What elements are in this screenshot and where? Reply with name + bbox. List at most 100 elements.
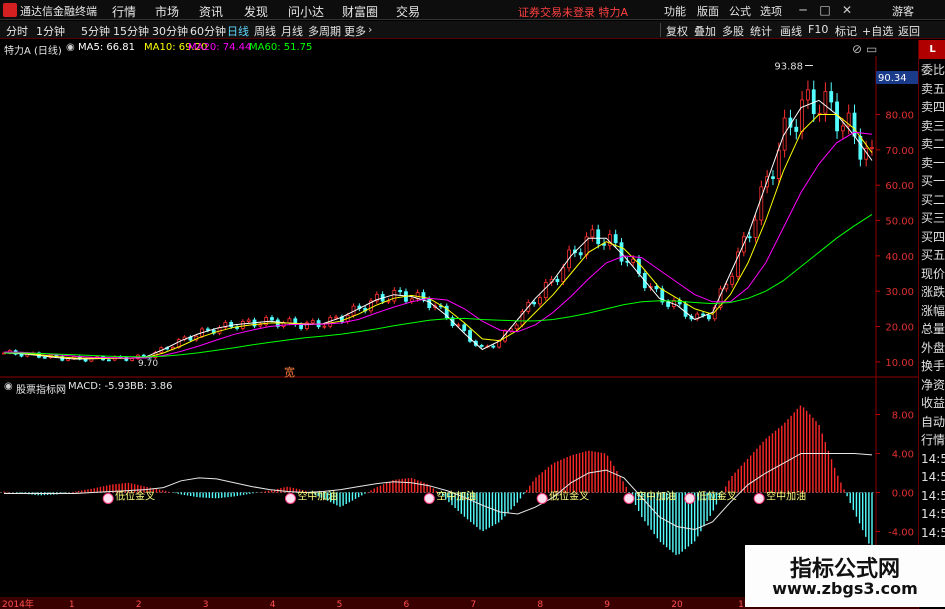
back-button[interactable]: 返回: [898, 23, 920, 39]
signal-label[interactable]: 低位金叉: [549, 490, 589, 503]
sidebar-item[interactable]: 卖一: [921, 155, 945, 171]
menu-right-formula[interactable]: 公式: [729, 3, 751, 19]
sidebar-item[interactable]: 委比: [921, 62, 945, 78]
event-marker[interactable]: 宽: [284, 365, 295, 379]
tab-15min[interactable]: 15分钟: [113, 23, 149, 39]
menu-item-discover[interactable]: 发现: [244, 3, 268, 20]
candle-body: [870, 146, 874, 149]
sidebar-item[interactable]: 卖二: [921, 136, 945, 152]
sidebar-lock-badge[interactable]: L: [919, 40, 945, 59]
candle-body: [270, 317, 274, 321]
trade-login-alert[interactable]: 证券交易未登录 特力A: [518, 4, 628, 20]
guest-label[interactable]: 游客: [892, 3, 914, 19]
restore-rights-button[interactable]: 复权: [666, 23, 688, 39]
tab-more[interactable]: 更多: [344, 23, 366, 39]
sidebar-item[interactable]: 换手: [921, 358, 945, 374]
tab-30min[interactable]: 30分钟: [152, 23, 188, 39]
signal-marker-icon[interactable]: [684, 493, 696, 504]
price-tick-label: 50.00: [885, 217, 914, 228]
sidebar-item[interactable]: 卖五: [921, 81, 945, 97]
sidebar-item[interactable]: 净资: [921, 377, 945, 393]
menu-item-news[interactable]: 资讯: [199, 3, 223, 20]
candle-body: [205, 328, 210, 331]
chart-area[interactable]: 10.0020.0030.0040.0050.0060.0070.0080.00…: [0, 40, 918, 609]
sidebar-item[interactable]: 自动: [921, 414, 945, 430]
sidebar-item[interactable]: 涨幅: [921, 303, 945, 319]
sidebar-item[interactable]: 买一: [921, 173, 945, 189]
sidebar-item[interactable]: 卖三: [921, 118, 945, 134]
sidebar-item[interactable]: 卖四: [921, 99, 945, 115]
signal-marker-icon[interactable]: [284, 493, 296, 504]
sidebar-item[interactable]: 14:50: [921, 506, 945, 522]
sidebar-item[interactable]: 总量: [921, 321, 945, 337]
sidebar-item[interactable]: 14:50: [921, 525, 945, 541]
signal-label[interactable]: 空中加油: [436, 490, 476, 503]
signal-label[interactable]: 低位金叉: [115, 490, 155, 503]
price-tick-label: 80.00: [885, 111, 914, 122]
signal-marker-icon[interactable]: [102, 493, 114, 504]
multi-stock-button[interactable]: 多股: [722, 23, 744, 39]
date-axis-label: 20: [671, 600, 683, 609]
date-axis-label: 3: [203, 600, 209, 609]
sidebar-item[interactable]: 买四: [921, 229, 945, 245]
f10-button[interactable]: F10: [808, 23, 828, 36]
minimize-icon[interactable]: ─: [794, 2, 812, 18]
price-tick-label: 40.00: [885, 252, 914, 263]
sidebar-item[interactable]: 14:50: [921, 488, 945, 504]
tab-weekly[interactable]: 周线: [254, 23, 276, 39]
signal-marker-icon[interactable]: [623, 493, 635, 504]
chevron-right-icon[interactable]: ›: [368, 23, 372, 36]
add-watchlist-button[interactable]: +自选: [862, 23, 893, 39]
candle-body: [823, 91, 828, 114]
menu-item-wealth[interactable]: 财富圈: [342, 3, 378, 20]
tab-timeshare[interactable]: 分时: [6, 23, 28, 39]
signal-marker-icon[interactable]: [536, 493, 548, 504]
sidebar-item[interactable]: 14:50: [921, 469, 945, 485]
candle-body: [543, 281, 548, 299]
overlay-button[interactable]: 叠加: [694, 23, 716, 39]
date-axis-label: 1: [69, 600, 75, 609]
candle-body: [66, 358, 70, 361]
sidebar-item[interactable]: 买二: [921, 192, 945, 208]
maximize-icon[interactable]: □: [816, 2, 834, 18]
sidebar-item[interactable]: 行情: [921, 432, 945, 448]
price-tick-label: 60.00: [885, 181, 914, 192]
menu-item-ask[interactable]: 问小达: [288, 3, 324, 20]
tab-60min[interactable]: 60分钟: [190, 23, 226, 39]
menu-item-trade[interactable]: 交易: [396, 3, 420, 20]
mark-button[interactable]: 标记: [835, 23, 857, 39]
candle-body: [514, 324, 519, 330]
signal-label[interactable]: 低位金叉: [697, 490, 737, 503]
statistics-button[interactable]: 统计: [750, 23, 772, 39]
signal-marker-icon[interactable]: [423, 493, 435, 504]
sidebar-item[interactable]: 14:50: [921, 451, 945, 467]
sidebar-item[interactable]: 收益: [921, 395, 945, 411]
price-tick-label: 20.00: [885, 323, 914, 334]
toolbar-divider: [660, 23, 661, 37]
sidebar-item[interactable]: 买三: [921, 210, 945, 226]
sidebar-item[interactable]: 涨跌: [921, 284, 945, 300]
menu-right-function[interactable]: 功能: [664, 3, 686, 19]
signal-label[interactable]: 空中加油: [297, 490, 337, 503]
tab-daily[interactable]: 日线: [227, 23, 249, 39]
sidebar-item[interactable]: 现价: [921, 266, 945, 282]
signal-label[interactable]: 空中加油: [636, 490, 676, 503]
macd-tick-label: 4.00: [892, 450, 914, 461]
tab-multi-period[interactable]: 多周期: [308, 23, 341, 39]
signal-label[interactable]: 空中加油: [766, 490, 806, 503]
candle-body: [106, 359, 111, 362]
menu-item-quotes[interactable]: 行情: [112, 3, 136, 20]
sidebar-item[interactable]: 买五: [921, 247, 945, 263]
tab-monthly[interactable]: 月线: [281, 23, 303, 39]
tab-5min[interactable]: 5分钟: [81, 23, 110, 39]
menu-right-layout[interactable]: 版面: [697, 3, 719, 19]
sidebar-item[interactable]: 外盘: [921, 340, 945, 356]
signal-marker-icon[interactable]: [753, 493, 765, 504]
close-icon[interactable]: ✕: [838, 2, 856, 18]
menu-right-options[interactable]: 选项: [760, 3, 782, 19]
date-axis-label: 2: [136, 600, 142, 609]
candle-body: [421, 292, 426, 300]
menu-item-market[interactable]: 市场: [155, 3, 179, 20]
draw-line-button[interactable]: 画线: [780, 23, 802, 39]
tab-1min[interactable]: 1分钟: [36, 23, 65, 39]
